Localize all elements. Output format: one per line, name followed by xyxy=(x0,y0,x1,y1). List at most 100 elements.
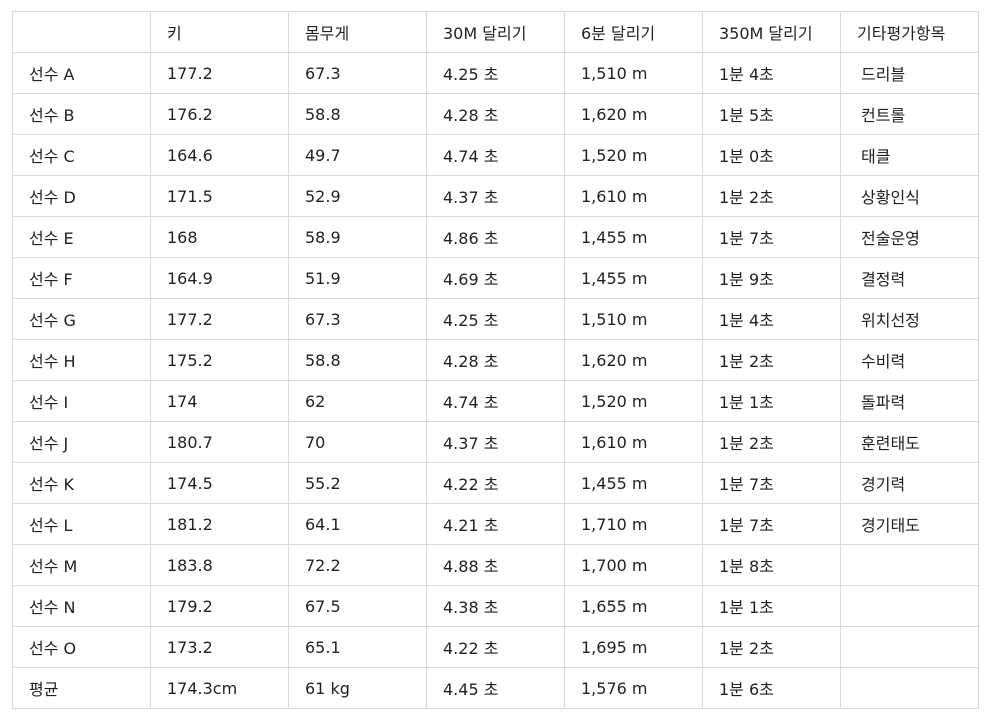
other-item-cell: 수비력 xyxy=(840,339,979,381)
6min-run-cell: 1,610 m xyxy=(564,175,703,217)
other-item-cell xyxy=(840,626,979,668)
6min-run-cell: 1,455 m xyxy=(564,462,703,504)
30m-run-cell: 4.38 초 xyxy=(426,585,565,627)
header-cell-weight: 몸무게 xyxy=(288,11,427,53)
header-cell-6min-run: 6분 달리기 xyxy=(564,11,703,53)
other-item-cell: 전술운영 xyxy=(840,216,979,258)
weight-cell: 49.7 xyxy=(288,134,427,176)
350m-run-cell: 1분 4초 xyxy=(702,52,841,94)
350m-run-cell: 1분 7초 xyxy=(702,216,841,258)
height-cell: 175.2 xyxy=(150,339,289,381)
30m-run-cell: 4.74 초 xyxy=(426,380,565,422)
table-row: 선수 C 164.6 49.7 4.74 초 1,520 m 1분 0초 태클 xyxy=(12,134,979,176)
table-row: 선수 F 164.9 51.9 4.69 초 1,455 m 1분 9초 결정력 xyxy=(12,257,979,299)
height-cell: 164.9 xyxy=(150,257,289,299)
350m-run-cell: 1분 8초 xyxy=(702,544,841,586)
other-item-cell: 돌파력 xyxy=(840,380,979,422)
other-item-cell xyxy=(840,585,979,627)
table-header-row: 키 몸무게 30M 달리기 6분 달리기 350M 달리기 기타평가항목 xyxy=(12,11,979,53)
height-cell: 173.2 xyxy=(150,626,289,668)
player-name-cell: 평균 xyxy=(12,667,151,709)
table-row: 선수 B 176.2 58.8 4.28 초 1,620 m 1분 5초 컨트롤 xyxy=(12,93,979,135)
header-cell-30m-run: 30M 달리기 xyxy=(426,11,565,53)
30m-run-cell: 4.28 초 xyxy=(426,339,565,381)
350m-run-cell: 1분 2초 xyxy=(702,626,841,668)
player-name-cell: 선수 D xyxy=(12,175,151,217)
6min-run-cell: 1,620 m xyxy=(564,339,703,381)
player-name-cell: 선수 F xyxy=(12,257,151,299)
player-name-cell: 선수 O xyxy=(12,626,151,668)
player-name-cell: 선수 B xyxy=(12,93,151,135)
height-cell: 174 xyxy=(150,380,289,422)
table-row: 선수 J 180.7 70 4.37 초 1,610 m 1분 2초 훈련태도 xyxy=(12,421,979,463)
player-name-cell: 선수 N xyxy=(12,585,151,627)
table-row: 선수 I 174 62 4.74 초 1,520 m 1분 1초 돌파력 xyxy=(12,380,979,422)
6min-run-cell: 1,655 m xyxy=(564,585,703,627)
weight-cell: 58.9 xyxy=(288,216,427,258)
30m-run-cell: 4.45 초 xyxy=(426,667,565,709)
table-row: 선수 K 174.5 55.2 4.22 초 1,455 m 1분 7초 경기력 xyxy=(12,462,979,504)
6min-run-cell: 1,510 m xyxy=(564,52,703,94)
weight-cell: 51.9 xyxy=(288,257,427,299)
weight-cell: 62 xyxy=(288,380,427,422)
30m-run-cell: 4.74 초 xyxy=(426,134,565,176)
30m-run-cell: 4.86 초 xyxy=(426,216,565,258)
350m-run-cell: 1분 7초 xyxy=(702,462,841,504)
player-name-cell: 선수 L xyxy=(12,503,151,545)
height-cell: 164.6 xyxy=(150,134,289,176)
weight-cell: 67.3 xyxy=(288,52,427,94)
350m-run-cell: 1분 4초 xyxy=(702,298,841,340)
30m-run-cell: 4.25 초 xyxy=(426,298,565,340)
6min-run-cell: 1,610 m xyxy=(564,421,703,463)
table-row: 선수 D 171.5 52.9 4.37 초 1,610 m 1분 2초 상황인식 xyxy=(12,175,979,217)
player-name-cell: 선수 C xyxy=(12,134,151,176)
30m-run-cell: 4.28 초 xyxy=(426,93,565,135)
table-row: 선수 G 177.2 67.3 4.25 초 1,510 m 1분 4초 위치선정 xyxy=(12,298,979,340)
table-row: 선수 H 175.2 58.8 4.28 초 1,620 m 1분 2초 수비력 xyxy=(12,339,979,381)
table-row: 선수 A 177.2 67.3 4.25 초 1,510 m 1분 4초 드리블 xyxy=(12,52,979,94)
player-stats-table: 키 몸무게 30M 달리기 6분 달리기 350M 달리기 기타평가항목 선수 … xyxy=(12,11,979,709)
table-row: 선수 E 168 58.9 4.86 초 1,455 m 1분 7초 전술운영 xyxy=(12,216,979,258)
30m-run-cell: 4.37 초 xyxy=(426,175,565,217)
30m-run-cell: 4.37 초 xyxy=(426,421,565,463)
player-name-cell: 선수 I xyxy=(12,380,151,422)
6min-run-cell: 1,520 m xyxy=(564,380,703,422)
height-cell: 179.2 xyxy=(150,585,289,627)
350m-run-cell: 1분 1초 xyxy=(702,380,841,422)
weight-cell: 58.8 xyxy=(288,339,427,381)
player-name-cell: 선수 M xyxy=(12,544,151,586)
6min-run-cell: 1,700 m xyxy=(564,544,703,586)
weight-cell: 61 kg xyxy=(288,667,427,709)
350m-run-cell: 1분 0초 xyxy=(702,134,841,176)
30m-run-cell: 4.21 초 xyxy=(426,503,565,545)
other-item-cell: 결정력 xyxy=(840,257,979,299)
other-item-cell: 훈련태도 xyxy=(840,421,979,463)
other-item-cell: 컨트롤 xyxy=(840,93,979,135)
6min-run-cell: 1,455 m xyxy=(564,216,703,258)
350m-run-cell: 1분 2초 xyxy=(702,339,841,381)
player-name-cell: 선수 E xyxy=(12,216,151,258)
350m-run-cell: 1분 9초 xyxy=(702,257,841,299)
header-cell-height: 키 xyxy=(150,11,289,53)
6min-run-cell: 1,455 m xyxy=(564,257,703,299)
height-cell: 176.2 xyxy=(150,93,289,135)
weight-cell: 52.9 xyxy=(288,175,427,217)
height-cell: 168 xyxy=(150,216,289,258)
30m-run-cell: 4.22 초 xyxy=(426,462,565,504)
header-cell-blank xyxy=(12,11,151,53)
height-cell: 177.2 xyxy=(150,52,289,94)
350m-run-cell: 1분 7초 xyxy=(702,503,841,545)
height-cell: 174.3cm xyxy=(150,667,289,709)
height-cell: 174.5 xyxy=(150,462,289,504)
header-cell-350m-run: 350M 달리기 xyxy=(702,11,841,53)
other-item-cell: 경기력 xyxy=(840,462,979,504)
6min-run-cell: 1,576 m xyxy=(564,667,703,709)
player-name-cell: 선수 J xyxy=(12,421,151,463)
header-cell-other-items: 기타평가항목 xyxy=(840,11,979,53)
weight-cell: 58.8 xyxy=(288,93,427,135)
30m-run-cell: 4.22 초 xyxy=(426,626,565,668)
table-row: 선수 O 173.2 65.1 4.22 초 1,695 m 1분 2초 xyxy=(12,626,979,668)
350m-run-cell: 1분 5초 xyxy=(702,93,841,135)
player-name-cell: 선수 G xyxy=(12,298,151,340)
weight-cell: 70 xyxy=(288,421,427,463)
